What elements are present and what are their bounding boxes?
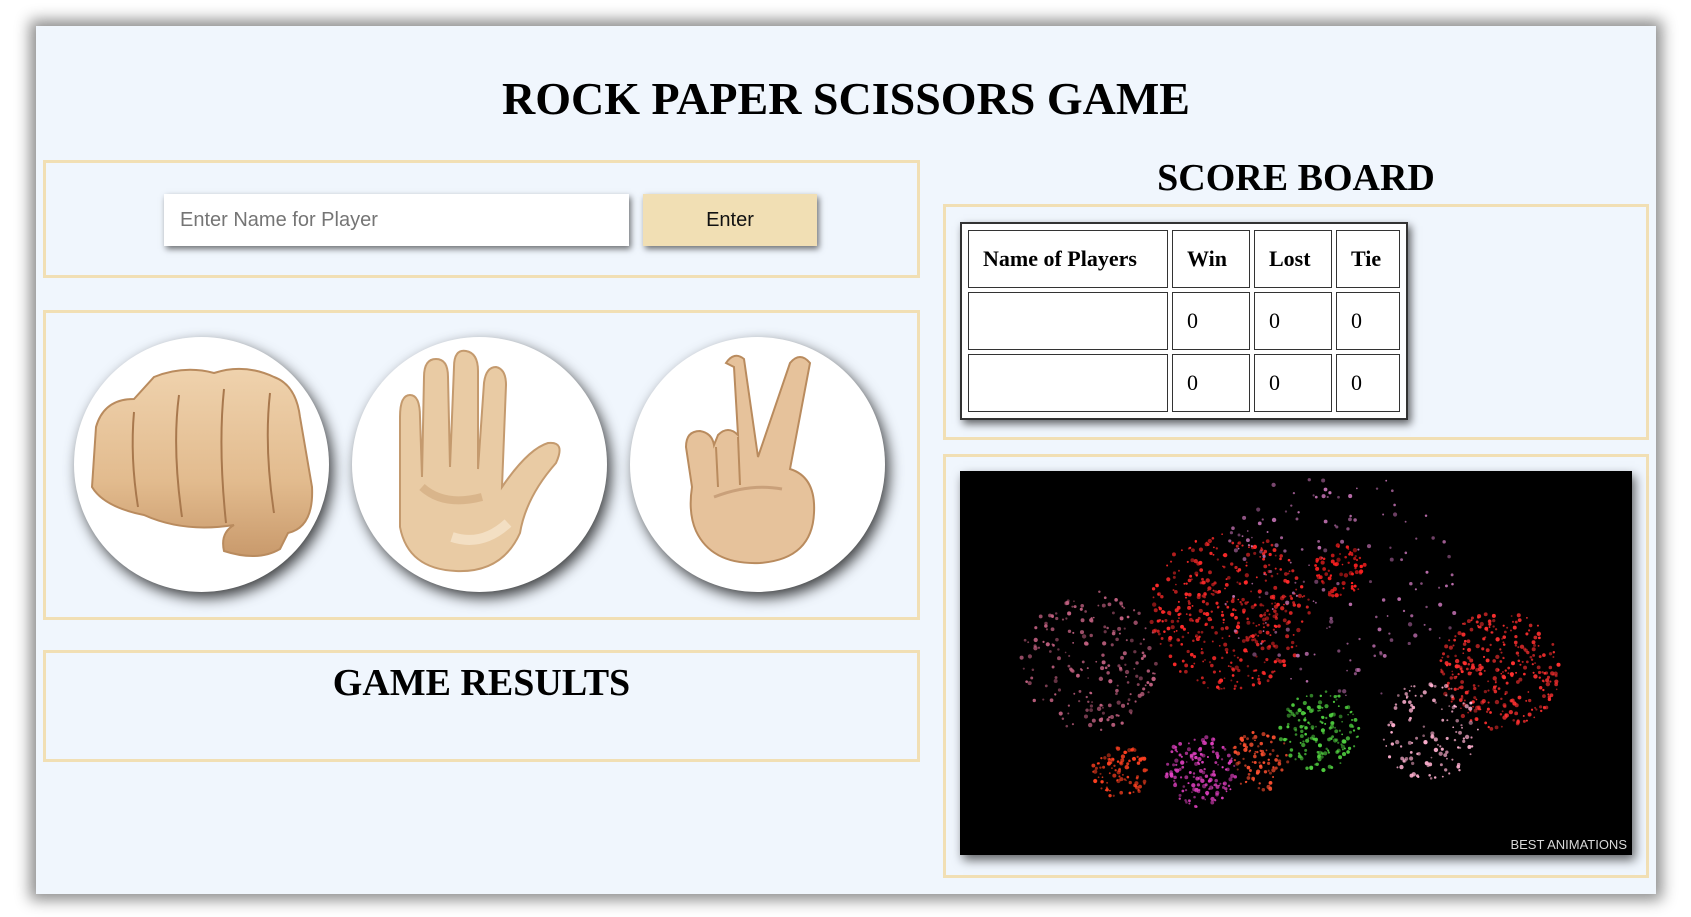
win-cell: 0	[1172, 292, 1250, 350]
animation-watermark: BEST ANIMATIONS	[1510, 837, 1627, 852]
enter-button[interactable]: Enter	[643, 194, 817, 246]
player-name-cell	[968, 354, 1168, 412]
game-results-panel: GAME RESULTS	[43, 650, 920, 762]
raised-hand-icon	[399, 349, 561, 573]
table-row: 0 0 0	[968, 292, 1400, 350]
animation-panel: BEST ANIMATIONS	[943, 454, 1649, 878]
fist-icon	[90, 367, 314, 557]
player-name-cell	[968, 292, 1168, 350]
header-win: Win	[1172, 230, 1250, 288]
table-row: 0 0 0	[968, 354, 1400, 412]
score-board-title: SCORE BOARD	[1157, 157, 1435, 199]
win-cell: 0	[1172, 354, 1250, 412]
header-name-of-players: Name of Players	[968, 230, 1168, 288]
victory-hand-icon	[684, 354, 816, 565]
score-table: Name of Players Win Lost Tie 0 0 0 0 0 0	[960, 222, 1408, 420]
lost-cell: 0	[1254, 292, 1332, 350]
header-lost: Lost	[1254, 230, 1332, 288]
page-title: ROCK PAPER SCISSORS GAME	[502, 73, 1190, 124]
player-name-panel: Enter	[43, 160, 920, 278]
score-header-row: Name of Players Win Lost Tie	[968, 230, 1400, 288]
game-window: ROCK PAPER SCISSORS GAME Enter Name for …	[36, 26, 1656, 894]
header-tie: Tie	[1336, 230, 1400, 288]
lost-cell: 0	[1254, 354, 1332, 412]
choice-panel	[43, 310, 920, 620]
rock-choice-button[interactable]	[74, 337, 329, 592]
player-name-input[interactable]	[164, 194, 629, 246]
tie-cell: 0	[1336, 292, 1400, 350]
scissors-choice-button[interactable]	[630, 337, 885, 592]
tie-cell: 0	[1336, 354, 1400, 412]
fireworks-icon	[1019, 478, 1561, 808]
game-results-title: GAME RESULTS	[332, 662, 631, 704]
score-board-panel: Name of Players Win Lost Tie 0 0 0 0 0 0	[943, 204, 1649, 440]
fireworks-animation: BEST ANIMATIONS	[960, 471, 1632, 855]
paper-choice-button[interactable]	[352, 337, 607, 592]
